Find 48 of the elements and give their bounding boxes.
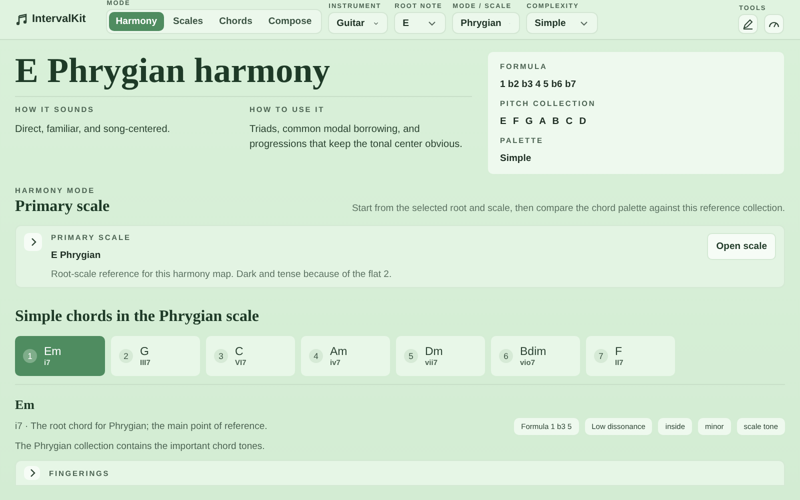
fact-value: 1 b2 b3 4 5 b6 b7: [500, 79, 578, 90]
pencil-icon: [742, 18, 754, 30]
scale-name: E Phrygian: [51, 250, 102, 261]
chord-name: G: [140, 346, 150, 358]
section-title: Simple chords in the Phrygian scale: [15, 308, 260, 326]
chord-note: The Phrygian collection contains the important chord tones.: [15, 441, 266, 452]
dropdown[interactable]: Phrygian: [452, 12, 520, 34]
chord-name: F: [615, 346, 624, 358]
section-note: Start from the selected root and scale, then compare the chord palette against this reference collection.: [352, 203, 785, 216]
app-name: IntervalKit: [32, 13, 86, 25]
chord-name: Bdim: [520, 346, 546, 358]
mode-tab[interactable]: Harmony: [108, 12, 164, 31]
chord-name: Am: [330, 346, 348, 358]
section-title: Primary scale: [15, 198, 110, 216]
music-note-icon: [16, 12, 28, 26]
chord-name: Dm: [425, 346, 443, 358]
chevron-down-icon: [426, 18, 437, 28]
fact-value: E F G A B C D: [500, 116, 590, 127]
mode-tab[interactable]: Scales: [166, 12, 210, 31]
chord-title: Em: [15, 397, 36, 413]
chord-name: C: [235, 346, 244, 358]
chord-number: 6: [499, 349, 513, 363]
description-text: Direct, familiar, and song-centered.: [15, 123, 172, 137]
chord-number: 2: [119, 349, 133, 363]
expand-button[interactable]: [24, 466, 40, 480]
mode-tab[interactable]: Compose: [261, 12, 319, 31]
expand-button[interactable]: [24, 233, 42, 251]
chord-number: 7: [594, 349, 608, 363]
chord-name: Em: [44, 346, 62, 358]
chord-number: 5: [404, 349, 418, 363]
chevron-down-icon: [578, 18, 589, 28]
edit-tool-button[interactable]: [738, 14, 758, 34]
dropdown[interactable]: E: [394, 12, 446, 34]
open-scale-button[interactable]: Open scale: [707, 233, 776, 260]
page-title: E Phrygian harmony: [15, 52, 472, 97]
card-description: Root-scale reference for this harmony map. Dark and tense because of the flat 2.: [51, 269, 393, 280]
chord-number: 4: [309, 349, 323, 363]
chord-summary: i7 · The root chord for Phrygian; the main point of reference.: [15, 421, 268, 432]
fact-value: Simple: [500, 153, 532, 164]
chord-number: 3: [214, 349, 228, 363]
chord-number: 1: [23, 349, 37, 363]
mode-tab[interactable]: Chords: [212, 12, 260, 31]
gauge-tool-button[interactable]: [764, 14, 784, 34]
chevron-right-icon: [28, 237, 38, 247]
chevron-right-icon: [28, 468, 36, 478]
description-text: Triads, common modal borrowing, and progressions that keep the tonal center obvious.: [250, 123, 464, 152]
dropdown[interactable]: Guitar: [328, 12, 388, 34]
dropdown[interactable]: Simple: [526, 12, 598, 34]
